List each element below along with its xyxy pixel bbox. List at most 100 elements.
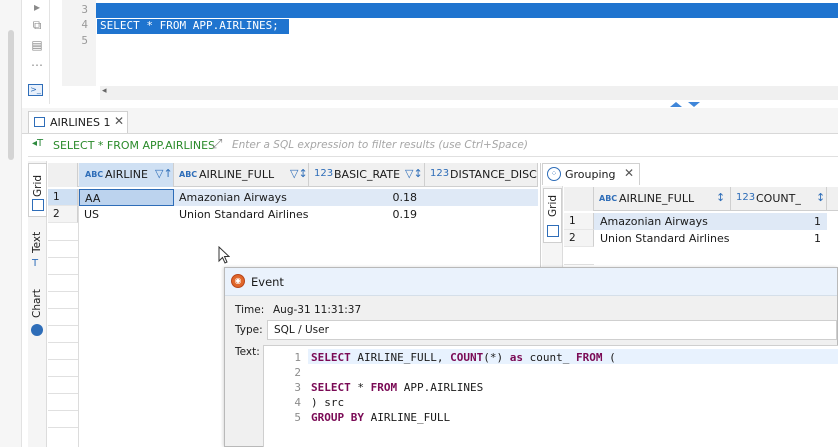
cell-airline-full[interactable]: Union Standard Airlines [174, 206, 309, 223]
cell-text: Union Standard Airlines [179, 208, 309, 221]
text-label: Text: [235, 346, 260, 358]
scroll-left-icon[interactable]: ◂ [102, 86, 107, 96]
grid-line [48, 274, 78, 275]
cell-text: 1 [814, 215, 821, 228]
column-name: BASIC_RATE [334, 168, 401, 181]
grid-line [48, 410, 78, 411]
row-number[interactable]: 2 [564, 230, 594, 247]
column-name: AIRLINE [105, 168, 148, 181]
column-header-airline[interactable]: ABC AIRLINE ▽↑ [79, 163, 174, 187]
terminal-icon[interactable]: >_ [28, 84, 43, 96]
expand-icon[interactable]: ⤢ [212, 137, 222, 152]
text-icon: T [32, 258, 39, 269]
cell-text: 0.18 [392, 191, 418, 204]
number-type-icon: 123 [430, 168, 450, 179]
string-type-icon: ABC [179, 170, 198, 179]
column-header-airline-full[interactable]: ABC AIRLINE_FULL ↕ [594, 187, 731, 211]
grid-line [48, 376, 78, 377]
row-number-text: 1 [569, 215, 576, 227]
cell-airline-full[interactable]: Amazonian Airways [174, 189, 309, 206]
grid-line [564, 264, 594, 265]
time-label: Time: [235, 304, 265, 316]
grid-line [48, 240, 78, 241]
column-name: AIRLINE_FULL [199, 168, 275, 181]
grid-line [48, 308, 78, 309]
left-scrollbar[interactable] [8, 30, 14, 160]
sort-icon[interactable]: ↕ [816, 191, 825, 204]
row-number-header [48, 163, 78, 187]
time-value: Aug-31 11:31:37 [273, 304, 362, 316]
event-sql-text[interactable]: 1 2 3 4 5 SELECT AIRLINE_FULL, COUNT(*) … [263, 345, 838, 447]
tab-grouping[interactable]: ⁘ Grouping ✕ [542, 163, 640, 185]
number-type-icon: 123 [314, 168, 334, 179]
event-titlebar[interactable]: ◉ Event [225, 268, 837, 296]
event-app-icon: ◉ [231, 274, 245, 288]
sort-filter-icon[interactable]: ▽↕ [405, 167, 423, 180]
column-header-airline-full[interactable]: ABC AIRLINE_FULL ▽↕ [174, 163, 309, 187]
type-field[interactable]: SQL / User [267, 320, 837, 340]
cell-text: US [84, 208, 100, 221]
table-icon [34, 117, 45, 127]
close-icon[interactable]: ✕ [114, 114, 124, 128]
close-icon[interactable]: ✕ [624, 166, 634, 180]
string-type-icon: ABC [599, 194, 618, 203]
filter-sql-icon: ◂T [32, 138, 44, 149]
tab-chart-label: Chart [31, 289, 43, 318]
tab-text-label: Text [31, 231, 43, 253]
column-header-basic-rate[interactable]: 123 BASIC_RATE ▽↕ [309, 163, 425, 187]
tab-grid[interactable]: Grid [543, 188, 562, 243]
cell-basic-rate[interactable]: 0.19 [309, 206, 425, 223]
sort-filter-icon[interactable]: ▽↑ [155, 167, 173, 180]
row-number[interactable]: 2 [48, 206, 78, 223]
cell-basic-rate[interactable]: 0.18 [309, 189, 425, 206]
more-icon[interactable]: ⋯ [30, 58, 44, 72]
tab-grid[interactable]: Grid [28, 163, 47, 217]
column-header-count[interactable]: 123 COUNT_ ↕ [731, 187, 827, 211]
grouping-view-switcher: Grid [542, 186, 563, 273]
line-number: 5 [81, 34, 88, 47]
explain-plan-icon[interactable]: ▤ [30, 38, 44, 52]
sql-statement[interactable]: SELECT * FROM APP.AIRLINES; [100, 18, 279, 34]
maximize-arrow-icon[interactable] [670, 102, 682, 107]
line-number: 1 [294, 351, 301, 364]
editor-horizontal-scrollbar[interactable] [100, 86, 838, 100]
sql-line-3: SELECT * FROM APP.AIRLINES [311, 381, 484, 394]
tab-airlines-1[interactable]: AIRLINES 1 ✕ [28, 111, 128, 133]
sql-line-1: SELECT AIRLINE_FULL, COUNT(*) as count_ … [311, 351, 616, 364]
column-name: DISTANCE_DISCO [450, 168, 538, 181]
row-number[interactable]: 1 [48, 189, 78, 206]
sql-line-5: GROUP BY AIRLINE_FULL [311, 411, 451, 424]
event-dialog[interactable]: ◉ Event Time: Aug-31 11:31:37 Type: SQL … [224, 267, 838, 447]
table-row[interactable]: Amazonian Airways 1 [594, 213, 827, 230]
row-number[interactable]: 1 [564, 213, 594, 230]
tab-label: Grouping [565, 168, 616, 181]
cell-airline[interactable]: AA [79, 189, 174, 206]
column-name: COUNT_ [756, 192, 801, 205]
row-number-text: 2 [53, 208, 60, 220]
line-number: 4 [294, 396, 301, 409]
grid-line [48, 427, 78, 428]
filter-query-text[interactable]: SELECT * FROM APP.AIRLINES [53, 139, 215, 152]
line-number: 4 [81, 18, 88, 31]
minimize-arrow-icon[interactable] [688, 102, 700, 107]
cell-airline[interactable]: US [79, 206, 174, 223]
tab-grid-label: Grid [547, 194, 559, 217]
sort-icon[interactable]: ↕ [716, 191, 725, 204]
grid-line [48, 359, 78, 360]
results-tabbar [22, 108, 838, 134]
tab-chart[interactable]: Chart [28, 286, 47, 340]
table-row[interactable]: Union Standard Airlines 1 [594, 230, 827, 247]
tab-text[interactable]: Text T [28, 225, 47, 275]
grid-divider [78, 189, 79, 447]
sort-filter-icon[interactable]: ▽↕ [290, 167, 308, 180]
type-value: SQL / User [274, 324, 329, 336]
execute-script-icon[interactable]: ⧉ [30, 18, 44, 32]
cell-text: Union Standard Airlines [600, 232, 730, 245]
cell-text: AA [85, 192, 101, 205]
column-header-distance-disco[interactable]: 123 DISTANCE_DISCO [425, 163, 538, 187]
filter-input[interactable]: Enter a SQL expression to filter results… [232, 139, 528, 151]
line-number: 5 [294, 411, 301, 424]
line-number: 3 [81, 3, 88, 16]
execute-icon[interactable]: ▸ [30, 0, 44, 14]
tab-grid-label: Grid [32, 174, 44, 197]
